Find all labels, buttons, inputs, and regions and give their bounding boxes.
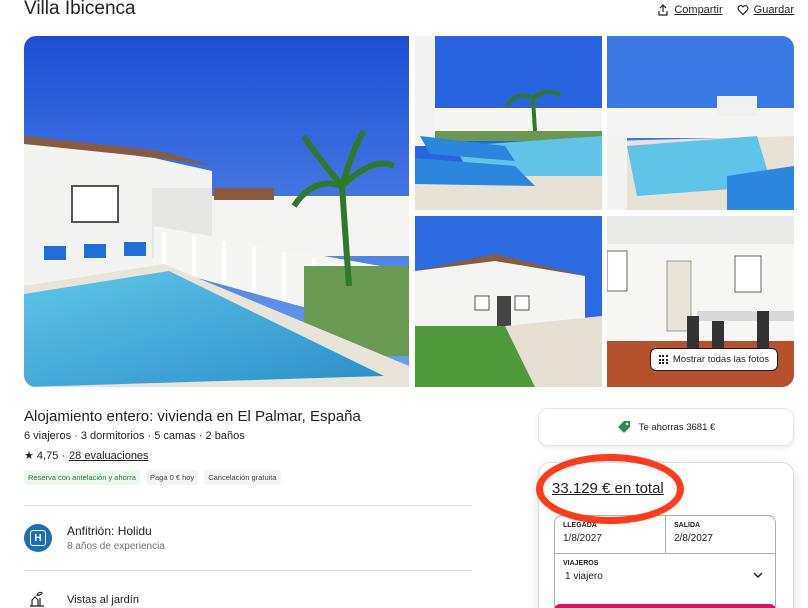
checkout-value: 2/8/2027 (674, 533, 713, 544)
reserve-button[interactable] (554, 604, 776, 608)
share-button[interactable]: Compartir (657, 4, 723, 16)
share-icon (658, 4, 668, 16)
checkin-label: LLEGADA (563, 522, 597, 529)
photo-main[interactable] (24, 36, 409, 387)
chevron-down-icon[interactable] (753, 570, 763, 580)
savings-tag-icon (617, 421, 630, 433)
save-button[interactable]: Guardar (737, 4, 794, 16)
heart-icon (737, 5, 749, 16)
host-logo: H (24, 524, 52, 552)
grid-icon (658, 355, 668, 364)
photo-gallery: Mostrar todas las fotos (24, 36, 794, 387)
photo-thumb-2[interactable] (607, 36, 794, 210)
checkout-label: SALIDA (674, 522, 701, 529)
photo-thumb-1[interactable] (415, 36, 602, 210)
tag-pay-today: Paga 0 € hoy (145, 470, 199, 485)
date-guest-picker: LLEGADA 1/8/2027 SALIDA 2/8/2027 VIAJERO… (554, 515, 776, 608)
rating-value: ★ 4,75 · (24, 450, 66, 462)
listing-title: Villa Ibicenca (24, 0, 136, 19)
listing-subtitle: Alojamiento entero: vivienda en El Palma… (24, 408, 361, 425)
amenity-garden-view: Vistas al jardín (67, 594, 139, 606)
checkout-field[interactable]: SALIDA 2/8/2027 (666, 516, 775, 554)
divider (24, 570, 472, 571)
top-actions: Compartir Guardar (657, 4, 794, 16)
total-price-link[interactable]: 33.129 € en total (552, 480, 664, 497)
tag-free-cancellation: Cancelación gratuita (204, 470, 281, 485)
photo-thumb-3[interactable] (415, 216, 602, 387)
show-all-photos-label: Mostrar todas las fotos (672, 354, 769, 365)
reviews-link[interactable]: 28 evaluaciones (69, 450, 149, 462)
rating-row: ★ 4,75 · 28 evaluaciones (24, 449, 149, 463)
checkin-field[interactable]: LLEGADA 1/8/2027 (555, 516, 666, 554)
checkin-value: 1/8/2027 (563, 533, 602, 544)
listing-tags: Reserva con antelación y ahorra Paga 0 €… (24, 470, 281, 485)
host-experience: 8 años de experiencia (67, 541, 165, 552)
share-label: Compartir (674, 4, 723, 16)
host-name: Anfitrión: Holidu (67, 524, 152, 538)
show-all-photos-button[interactable]: Mostrar todas las fotos (649, 348, 778, 371)
savings-text: Te ahorras 3681 € (638, 421, 716, 433)
save-label: Guardar (753, 4, 794, 16)
savings-card: Te ahorras 3681 € (538, 408, 794, 446)
guests-label: VIAJEROS (563, 560, 599, 567)
guests-field[interactable]: VIAJEROS 1 viajero (555, 554, 775, 602)
listing-details: 6 viajeros · 3 dormitorios · 5 camas · 2… (24, 430, 245, 442)
guests-value: 1 viajero (565, 571, 603, 582)
garden-icon (30, 591, 44, 607)
tag-early-booking: Reserva con antelación y ahorra (24, 470, 140, 485)
divider (24, 505, 472, 506)
